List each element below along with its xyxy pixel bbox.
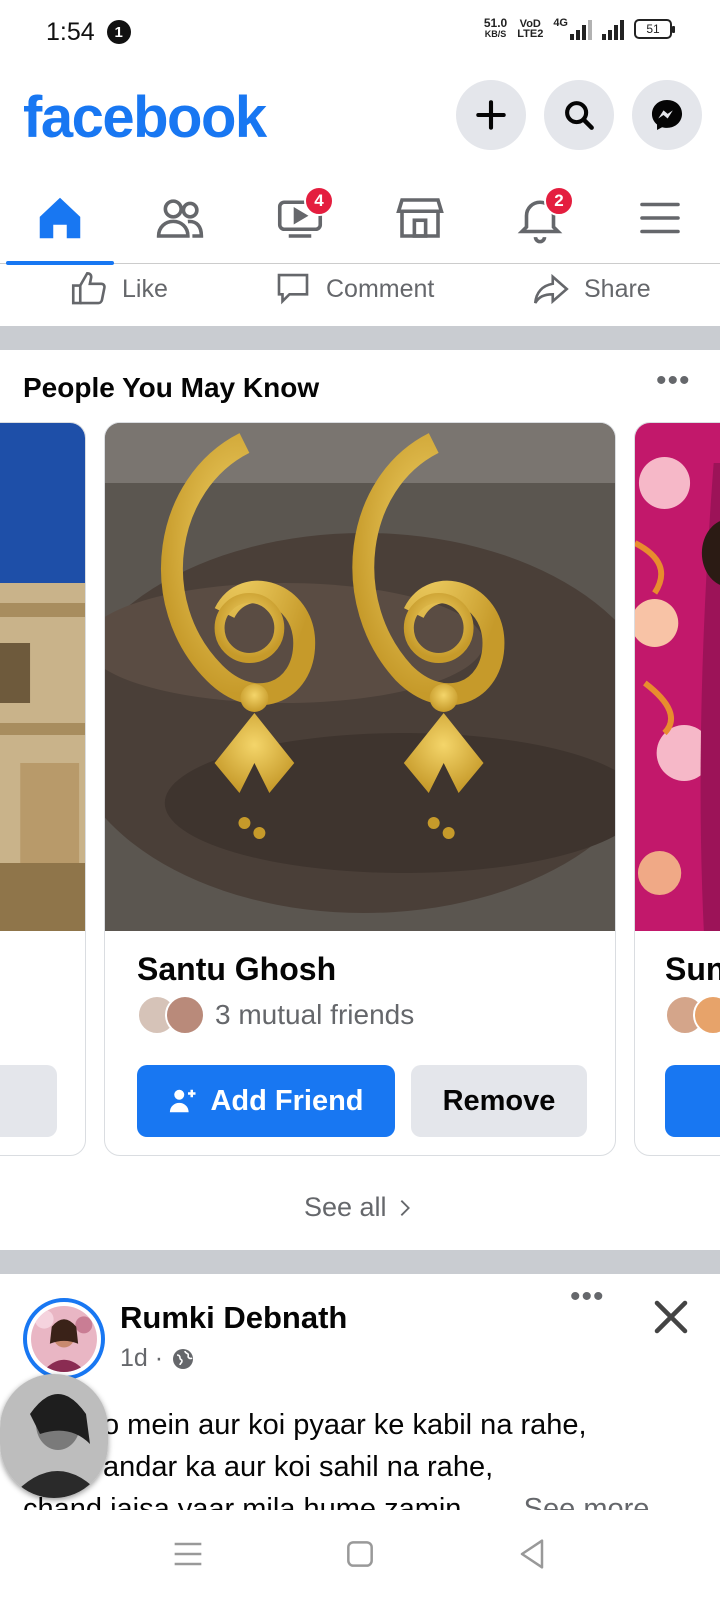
- mutual-avatar: [165, 995, 205, 1035]
- post-meta: 1d ·: [120, 1344, 195, 1373]
- watch-badge: 4: [304, 186, 334, 216]
- post-text-line: andar ka aur koi sahil na rahe,: [103, 1451, 494, 1483]
- chat-head-bubble[interactable]: [0, 1374, 108, 1498]
- person-name[interactable]: Santu Ghosh: [137, 951, 336, 988]
- share-label: Share: [584, 274, 651, 303]
- home-nav-icon[interactable]: [340, 1534, 380, 1574]
- mutual-friends: 3 mutual friends: [137, 995, 414, 1035]
- app-header: facebook: [0, 74, 720, 158]
- share-button[interactable]: Share: [530, 268, 651, 310]
- mutual-friends-partial: [665, 995, 720, 1035]
- speed-unit: KB/S: [484, 29, 507, 39]
- add-friend-label: Add Friend: [210, 1084, 364, 1117]
- notification-count: 1: [106, 20, 131, 44]
- like-button[interactable]: Like: [68, 268, 168, 310]
- signal-4g-icon: 4G: [553, 18, 592, 40]
- thumbs-up-icon: [71, 271, 106, 305]
- close-icon[interactable]: [650, 1296, 692, 1338]
- share-icon: [533, 273, 569, 305]
- tab-watch[interactable]: 4: [240, 172, 360, 264]
- see-all-label: See all: [303, 1192, 387, 1222]
- tab-friends[interactable]: [120, 172, 240, 264]
- see-all-link[interactable]: See all: [0, 1192, 720, 1223]
- post-author-avatar[interactable]: [23, 1298, 105, 1380]
- menu-icon: [640, 202, 680, 234]
- post-more-icon[interactable]: •••: [570, 1280, 605, 1314]
- post-text: o mein aur koi pyaar ke kabil na rahe, a…: [23, 1404, 703, 1510]
- chevron-right-icon: [400, 1200, 410, 1216]
- home-icon: [39, 197, 81, 239]
- tab-marketplace[interactable]: [360, 172, 480, 264]
- pymk-card-next[interactable]: Sun: [634, 422, 720, 1156]
- facebook-logo[interactable]: facebook: [23, 84, 267, 151]
- store-icon: [396, 198, 444, 238]
- search-icon: [565, 101, 594, 130]
- tab-bar: 4 2: [0, 172, 720, 265]
- post-text-line: o mein aur koi pyaar ke kabil na rahe,: [103, 1409, 587, 1441]
- system-nav-bar: [0, 1510, 720, 1600]
- recent-apps-icon[interactable]: [168, 1534, 208, 1574]
- volte-tag: VoD LTE2: [517, 19, 544, 40]
- mutual-count: 3 mutual friends: [215, 999, 415, 1030]
- create-button[interactable]: [456, 80, 526, 150]
- see-more-link[interactable]: See more: [524, 1493, 650, 1510]
- comment-button[interactable]: Comment: [272, 268, 434, 310]
- friends-icon: [156, 199, 204, 238]
- post-actions: Like Comment Share: [0, 264, 720, 324]
- status-time: 1:54: [46, 17, 95, 46]
- add-friend-button-partial[interactable]: [665, 1065, 720, 1137]
- add-friend-button[interactable]: Add Friend: [137, 1065, 395, 1137]
- tab-home[interactable]: [0, 172, 120, 265]
- card-photo: [0, 423, 85, 931]
- plus-icon: [476, 100, 506, 130]
- avatar: [31, 1306, 97, 1372]
- remove-label: Remove: [442, 1084, 556, 1117]
- comment-label: Comment: [326, 274, 435, 303]
- chat-head-avatar: [0, 1374, 108, 1498]
- section-divider: [0, 326, 720, 350]
- section-divider: [0, 1250, 720, 1274]
- tab-menu[interactable]: [600, 172, 720, 264]
- battery-icon: 51: [634, 19, 675, 39]
- card-photo: [105, 423, 615, 931]
- battery-level: 51: [646, 22, 660, 36]
- speed-value: 51.0: [483, 16, 508, 30]
- remove-button-partial[interactable]: [0, 1065, 57, 1137]
- messenger-icon: [651, 99, 683, 131]
- add-person-icon: [170, 1089, 196, 1113]
- pymk-title: People You May Know: [23, 372, 320, 403]
- search-button[interactable]: [544, 80, 614, 150]
- back-icon[interactable]: [512, 1534, 552, 1574]
- network-type: 4G: [553, 17, 568, 29]
- vo-bottom: LTE2: [517, 28, 544, 40]
- pymk-card[interactable]: Santu Ghosh 3 mutual friends Add Friend …: [104, 422, 616, 1156]
- like-label: Like: [122, 274, 168, 303]
- network-speed: 51.0 KB/S: [483, 16, 508, 40]
- tab-notifications[interactable]: 2: [480, 172, 600, 264]
- notifications-badge: 2: [544, 186, 574, 216]
- pymk-card-prev[interactable]: [0, 422, 86, 1156]
- status-icons: 51.0 KB/S VoD LTE2 4G 51: [483, 16, 675, 40]
- remove-button[interactable]: Remove: [411, 1065, 587, 1137]
- person-name-partial[interactable]: Sun: [665, 951, 720, 988]
- globe-icon: [173, 1348, 194, 1369]
- signal-icon: [602, 18, 624, 40]
- card-photo: [635, 423, 720, 931]
- status-bar: 1:54 1 51.0 KB/S VoD LTE2 4G 51: [0, 0, 720, 64]
- comment-icon: [277, 273, 309, 305]
- pymk-more-icon[interactable]: •••: [656, 364, 691, 398]
- post-text-line: chand jaisa yaar mila hume zamin...: [23, 1493, 486, 1510]
- post-time: 1d ·: [120, 1344, 164, 1372]
- post-author-name[interactable]: Rumki Debnath: [120, 1300, 347, 1336]
- post-text-line-last: chand jaisa yaar mila hume zamin... See …: [23, 1488, 703, 1510]
- messenger-button[interactable]: [632, 80, 702, 150]
